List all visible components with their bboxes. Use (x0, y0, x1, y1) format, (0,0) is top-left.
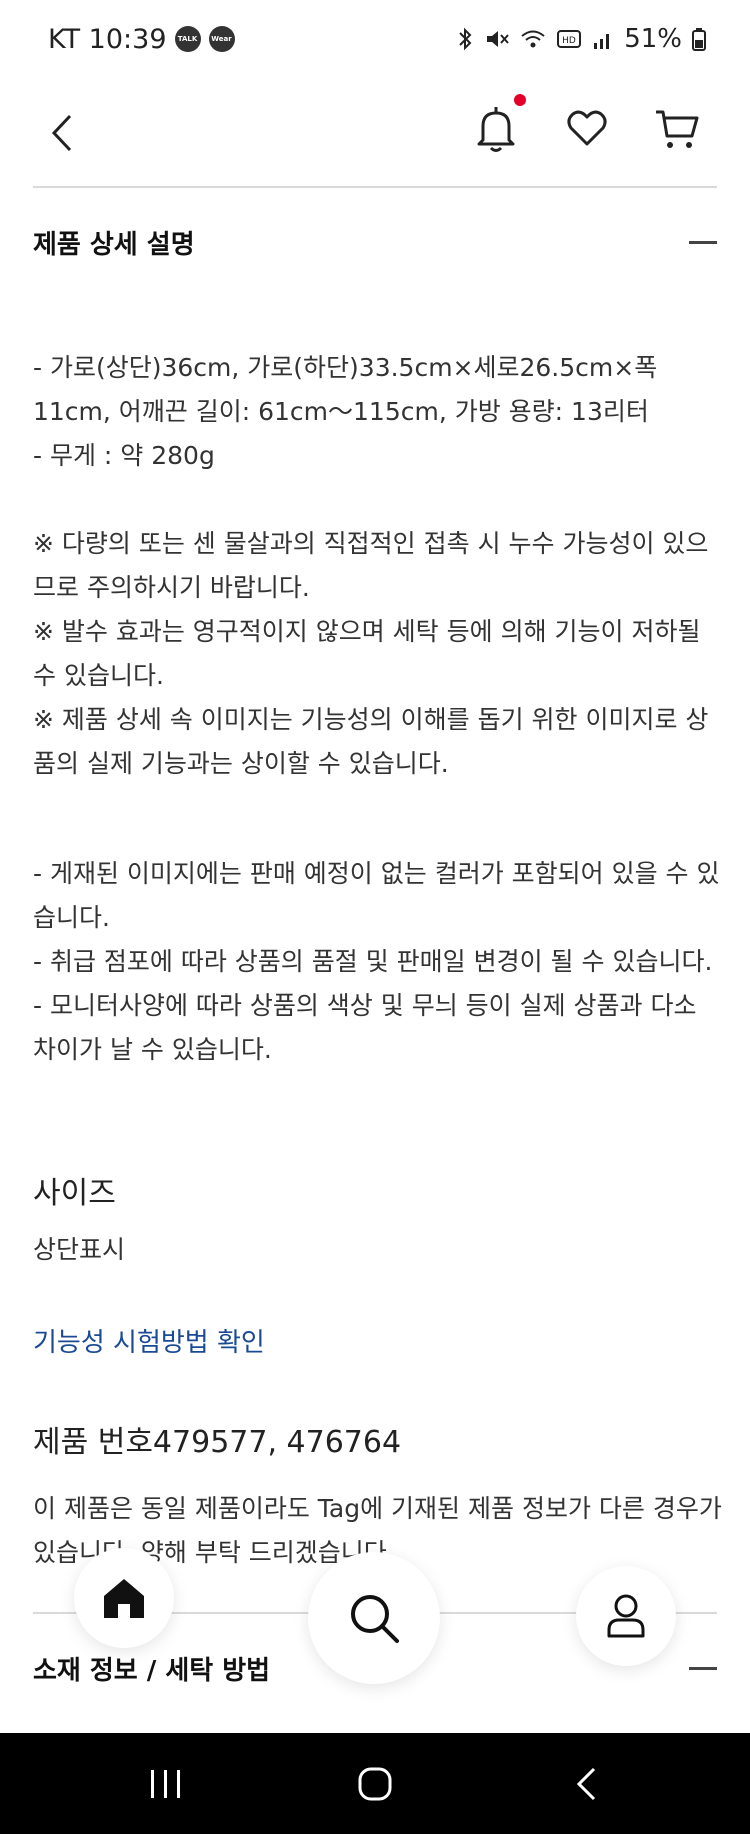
header-divider (33, 186, 717, 188)
bluetooth-icon (459, 27, 472, 51)
back-icon[interactable] (572, 1765, 600, 1803)
disclaimer-text: - 게재된 이미지에는 판매 예정이 없는 컬러가 포함되어 있을 수 있습니다… (33, 852, 723, 1072)
detail-section-title: 제품 상세 설명 (33, 229, 195, 260)
status-left: KT 10:39 TALK Wear (48, 24, 235, 55)
notice-image: ※ 제품 상세 속 이미지는 기능성의 이해를 돕기 위한 이미지로 상품의 실… (33, 705, 709, 778)
collapse-minus-icon[interactable] (689, 240, 717, 244)
wear-badge-icon: Wear (208, 26, 235, 52)
cart-icon[interactable] (654, 104, 700, 152)
spec-dimensions: - 가로(상단)36cm, 가로(하단)33.5cm×세로26.5cm×폭11c… (33, 353, 658, 426)
svg-text:HD: HD (562, 36, 576, 46)
disclaimer-color: - 게재된 이미지에는 판매 예정이 없는 컬러가 포함되어 있을 수 있습니다… (33, 859, 720, 932)
floating-user-button[interactable] (576, 1566, 676, 1666)
status-time: KT 10:39 (48, 23, 167, 55)
battery-icon (692, 28, 706, 51)
signal-icon (594, 34, 610, 49)
floating-home-button[interactable] (74, 1548, 174, 1648)
disclaimer-stock: - 취급 점포에 따라 상품의 품절 및 판매일 변경이 될 수 있습니다. (33, 947, 713, 976)
detail-section-header[interactable]: 제품 상세 설명 (33, 212, 717, 272)
mute-icon (487, 31, 509, 47)
home-circle-icon[interactable] (356, 1765, 394, 1803)
notification-dot (514, 94, 526, 106)
size-value: 상단표시 (33, 1235, 126, 1264)
bell-icon[interactable] (474, 104, 518, 154)
floating-search-button[interactable] (308, 1552, 440, 1684)
notice-water: ※ 다량의 또는 센 물살과의 직접적인 접촉 시 누수 가능성이 있으므로 주… (33, 529, 709, 602)
system-nav-bar (0, 1733, 750, 1834)
test-method-link[interactable]: 기능성 시험방법 확인 (33, 1322, 265, 1359)
spec-text: - 가로(상단)36cm, 가로(하단)33.5cm×세로26.5cm×폭11c… (33, 346, 723, 478)
notice-repellent: ※ 발수 효과는 영구적이지 않으며 세탁 등에 의해 기능이 저하될 수 있습… (33, 617, 701, 690)
hd-icon: HD (557, 30, 582, 48)
wifi-icon (521, 30, 545, 48)
app-header (0, 78, 750, 188)
status-right: HD 51% (456, 24, 706, 54)
battery-percent: 51% (624, 24, 682, 54)
talk-badge-icon: TALK (174, 26, 201, 52)
search-icon (351, 1595, 399, 1643)
size-heading: 사이즈 (33, 1176, 116, 1211)
heart-icon[interactable] (566, 106, 608, 150)
notice-text: ※ 다량의 또는 센 물살과의 직접적인 접촉 시 누수 가능성이 있으므로 주… (33, 522, 723, 786)
collapse-minus-icon[interactable] (689, 1666, 717, 1670)
material-section-title: 소재 정보 / 세탁 방법 (33, 1655, 271, 1686)
home-icon (104, 1579, 144, 1618)
recent-apps-icon[interactable] (148, 1767, 184, 1801)
product-number: 제품 번호479577, 476764 (33, 1425, 402, 1460)
status-bar: KT 10:39 TALK Wear HD 51% (0, 0, 750, 78)
disclaimer-monitor: - 모니터사양에 따라 상품의 색상 및 무늬 등이 실제 상품과 다소 차이가… (33, 991, 697, 1064)
back-chevron-icon[interactable] (44, 108, 80, 158)
spec-weight: - 무게 : 약 280g (33, 441, 215, 470)
user-icon (607, 1594, 645, 1638)
